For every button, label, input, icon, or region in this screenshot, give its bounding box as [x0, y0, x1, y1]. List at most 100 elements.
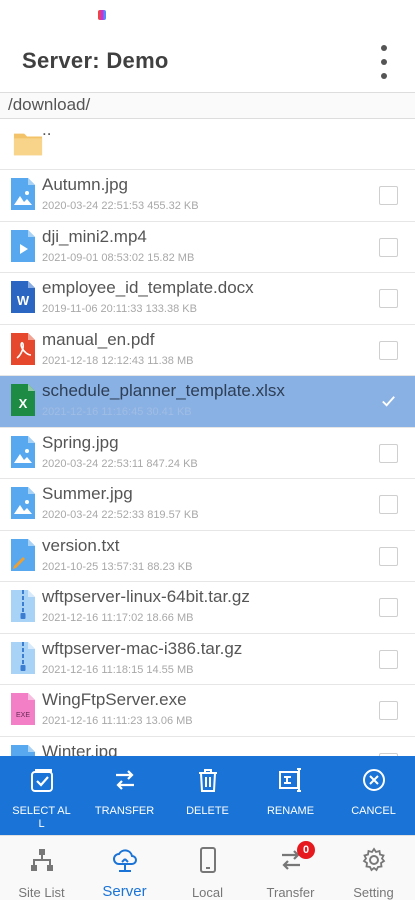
checkbox[interactable]: [379, 186, 398, 205]
action-label: TRANSFER: [94, 805, 155, 817]
archive-file-icon: [11, 590, 35, 622]
file-meta: 2019-11-06 20:11:33 133.38 KB: [42, 303, 197, 315]
file-meta: 2021-12-18 12:12:43 11.38 MB: [42, 354, 194, 367]
checkbox[interactable]: [379, 701, 398, 720]
nav-transfer[interactable]: Transfer 0: [249, 836, 332, 900]
image-file-icon: [11, 744, 35, 756]
file-meta: 2021-12-16 11:11:23 13.06 MB: [42, 715, 193, 727]
action-label: RENAME: [266, 805, 315, 817]
delete-button[interactable]: DELETE: [166, 756, 249, 835]
image-file-icon: [11, 178, 35, 210]
nav-server[interactable]: Server: [83, 836, 166, 900]
action-label: SELECT ALL: [12, 805, 71, 830]
checkbox[interactable]: [379, 598, 398, 617]
file-row[interactable]: manual_en.pdf 2021-12-18 12:12:43 11.38 M…: [0, 325, 415, 376]
menu-dot-icon: [381, 45, 387, 51]
file-name: dji_mini2.mp4: [42, 226, 147, 246]
checkbox-checked[interactable]: [379, 392, 398, 411]
file-meta: 2021-12-16 11:18:15 14.55 MB: [42, 663, 194, 676]
file-meta: 2020-03-24 22:52:33 819.57 KB: [42, 509, 199, 521]
status-bar: [0, 0, 415, 30]
file-row[interactable]: Spring.jpg 2020-03-24 22:53:11 847.24 KB: [0, 428, 415, 479]
file-row[interactable]: Xschedule_planner_template.xlsx 2021-12-1…: [0, 376, 415, 428]
transfer-button[interactable]: TRANSFER: [83, 756, 166, 835]
menu-dot-icon: [381, 59, 387, 65]
svg-text:EXE: EXE: [16, 712, 30, 719]
sitemap-icon: [28, 846, 56, 879]
parent-folder-row[interactable]: ..: [0, 120, 415, 170]
rename-button[interactable]: RENAME: [249, 756, 332, 835]
file-meta: 2020-03-24 22:51:53 455.32 KB: [42, 200, 199, 212]
image-file-icon: [11, 487, 35, 519]
page-title: Server: Demo: [22, 48, 169, 73]
text-file-icon: [11, 538, 35, 571]
menu-dot-icon: [381, 73, 387, 79]
file-name: wftpserver-mac-i386.tar.gz: [42, 638, 243, 658]
file-name: version.txt: [42, 535, 120, 555]
archive-file-icon: [11, 641, 35, 674]
image-file-icon: [11, 435, 35, 468]
file-name: wftpserver-linux-64bit.tar.gz: [42, 587, 250, 606]
file-list[interactable]: .. Autumn.jpg 2020-03-24 22:51:53 455.32 K…: [0, 120, 415, 756]
cloud-icon: [111, 846, 139, 879]
checkbox[interactable]: [379, 495, 398, 514]
select-all-button[interactable]: SELECT ALL: [0, 756, 83, 835]
file-meta: 2021-12-16 11:16:45 30.41 KB: [42, 406, 192, 418]
rename-icon: [277, 766, 305, 799]
file-name: WingFtpServer.exe: [42, 690, 187, 709]
file-name: manual_en.pdf: [42, 329, 155, 349]
svg-text:X: X: [19, 396, 28, 411]
transfer-icon: [111, 766, 139, 799]
action-label: DELETE: [186, 805, 229, 817]
file-name: Autumn.jpg: [42, 175, 128, 194]
nav-local[interactable]: Local: [166, 836, 249, 900]
nav-setting[interactable]: Setting: [332, 836, 415, 900]
file-row[interactable]: Winter.jpg: [0, 737, 415, 756]
file-row[interactable]: Summer.jpg 2020-03-24 22:52:33 819.57 KB: [0, 479, 415, 531]
checkbox[interactable]: [379, 289, 398, 308]
video-file-icon: [11, 229, 35, 262]
checkbox[interactable]: [379, 237, 398, 257]
checkbox[interactable]: [379, 443, 398, 463]
cancel-icon: [360, 766, 388, 799]
nav-label: Setting: [353, 885, 394, 900]
file-meta: 2021-12-16 11:17:02 18.66 MB: [42, 612, 194, 624]
file-row[interactable]: wftpserver-linux-64bit.tar.gz 2021-12-16 …: [0, 582, 415, 634]
cancel-button[interactable]: CANCEL: [332, 756, 415, 835]
file-row[interactable]: Autumn.jpg 2020-03-24 22:51:53 455.32 KB: [0, 170, 415, 222]
select-all-icon: [28, 766, 56, 799]
action-bar: SELECT ALL TRANSFER DELETE RENAME CANCEL: [0, 756, 415, 835]
checkbox[interactable]: [379, 340, 398, 360]
nav-label: Local: [191, 885, 224, 900]
folder-icon: [11, 128, 43, 160]
file-row[interactable]: EXE WingFtpServer.exe 2021-12-16 11:11:23 …: [0, 685, 415, 737]
pdf-file-icon: [11, 332, 35, 365]
file-name: schedule_planner_template.xlsx: [42, 381, 285, 400]
nav-site-list[interactable]: Site List: [0, 836, 83, 900]
file-meta: 2021-10-25 13:57:31 88.23 KB: [42, 560, 193, 573]
trash-icon: [194, 766, 222, 799]
file-row[interactable]: Wemployee_id_template.docx 2019-11-06 20:…: [0, 273, 415, 325]
exe-file-icon: EXE: [11, 693, 35, 725]
file-meta: 2021-09-01 08:53:02 15.82 MB: [42, 251, 195, 264]
excel-file-icon: X: [11, 384, 35, 416]
phone-icon: [194, 846, 222, 879]
nav-label: Server: [102, 883, 147, 900]
app-notification-icon: [98, 10, 106, 20]
nav-label: Transfer: [266, 885, 315, 900]
file-name: ..: [42, 120, 52, 139]
overflow-menu-button[interactable]: [371, 42, 397, 82]
file-row[interactable]: wftpserver-mac-i386.tar.gz 2021-12-16 11:…: [0, 634, 415, 685]
file-row[interactable]: version.txt 2021-10-25 13:57:31 88.23 KB: [0, 531, 415, 582]
file-row[interactable]: dji_mini2.mp4 2021-09-01 08:53:02 15.82 M…: [0, 222, 415, 273]
file-meta: 2020-03-24 22:53:11 847.24 KB: [42, 457, 198, 470]
svg-text:W: W: [17, 293, 30, 308]
current-path: /download/: [0, 92, 415, 119]
file-name: Summer.jpg: [42, 484, 133, 503]
gear-icon: [360, 846, 388, 879]
checkbox[interactable]: [379, 546, 398, 566]
nav-label: Site List: [18, 885, 65, 900]
file-name: employee_id_template.docx: [42, 278, 254, 297]
checkbox[interactable]: [379, 649, 398, 669]
action-label: CANCEL: [351, 805, 396, 817]
